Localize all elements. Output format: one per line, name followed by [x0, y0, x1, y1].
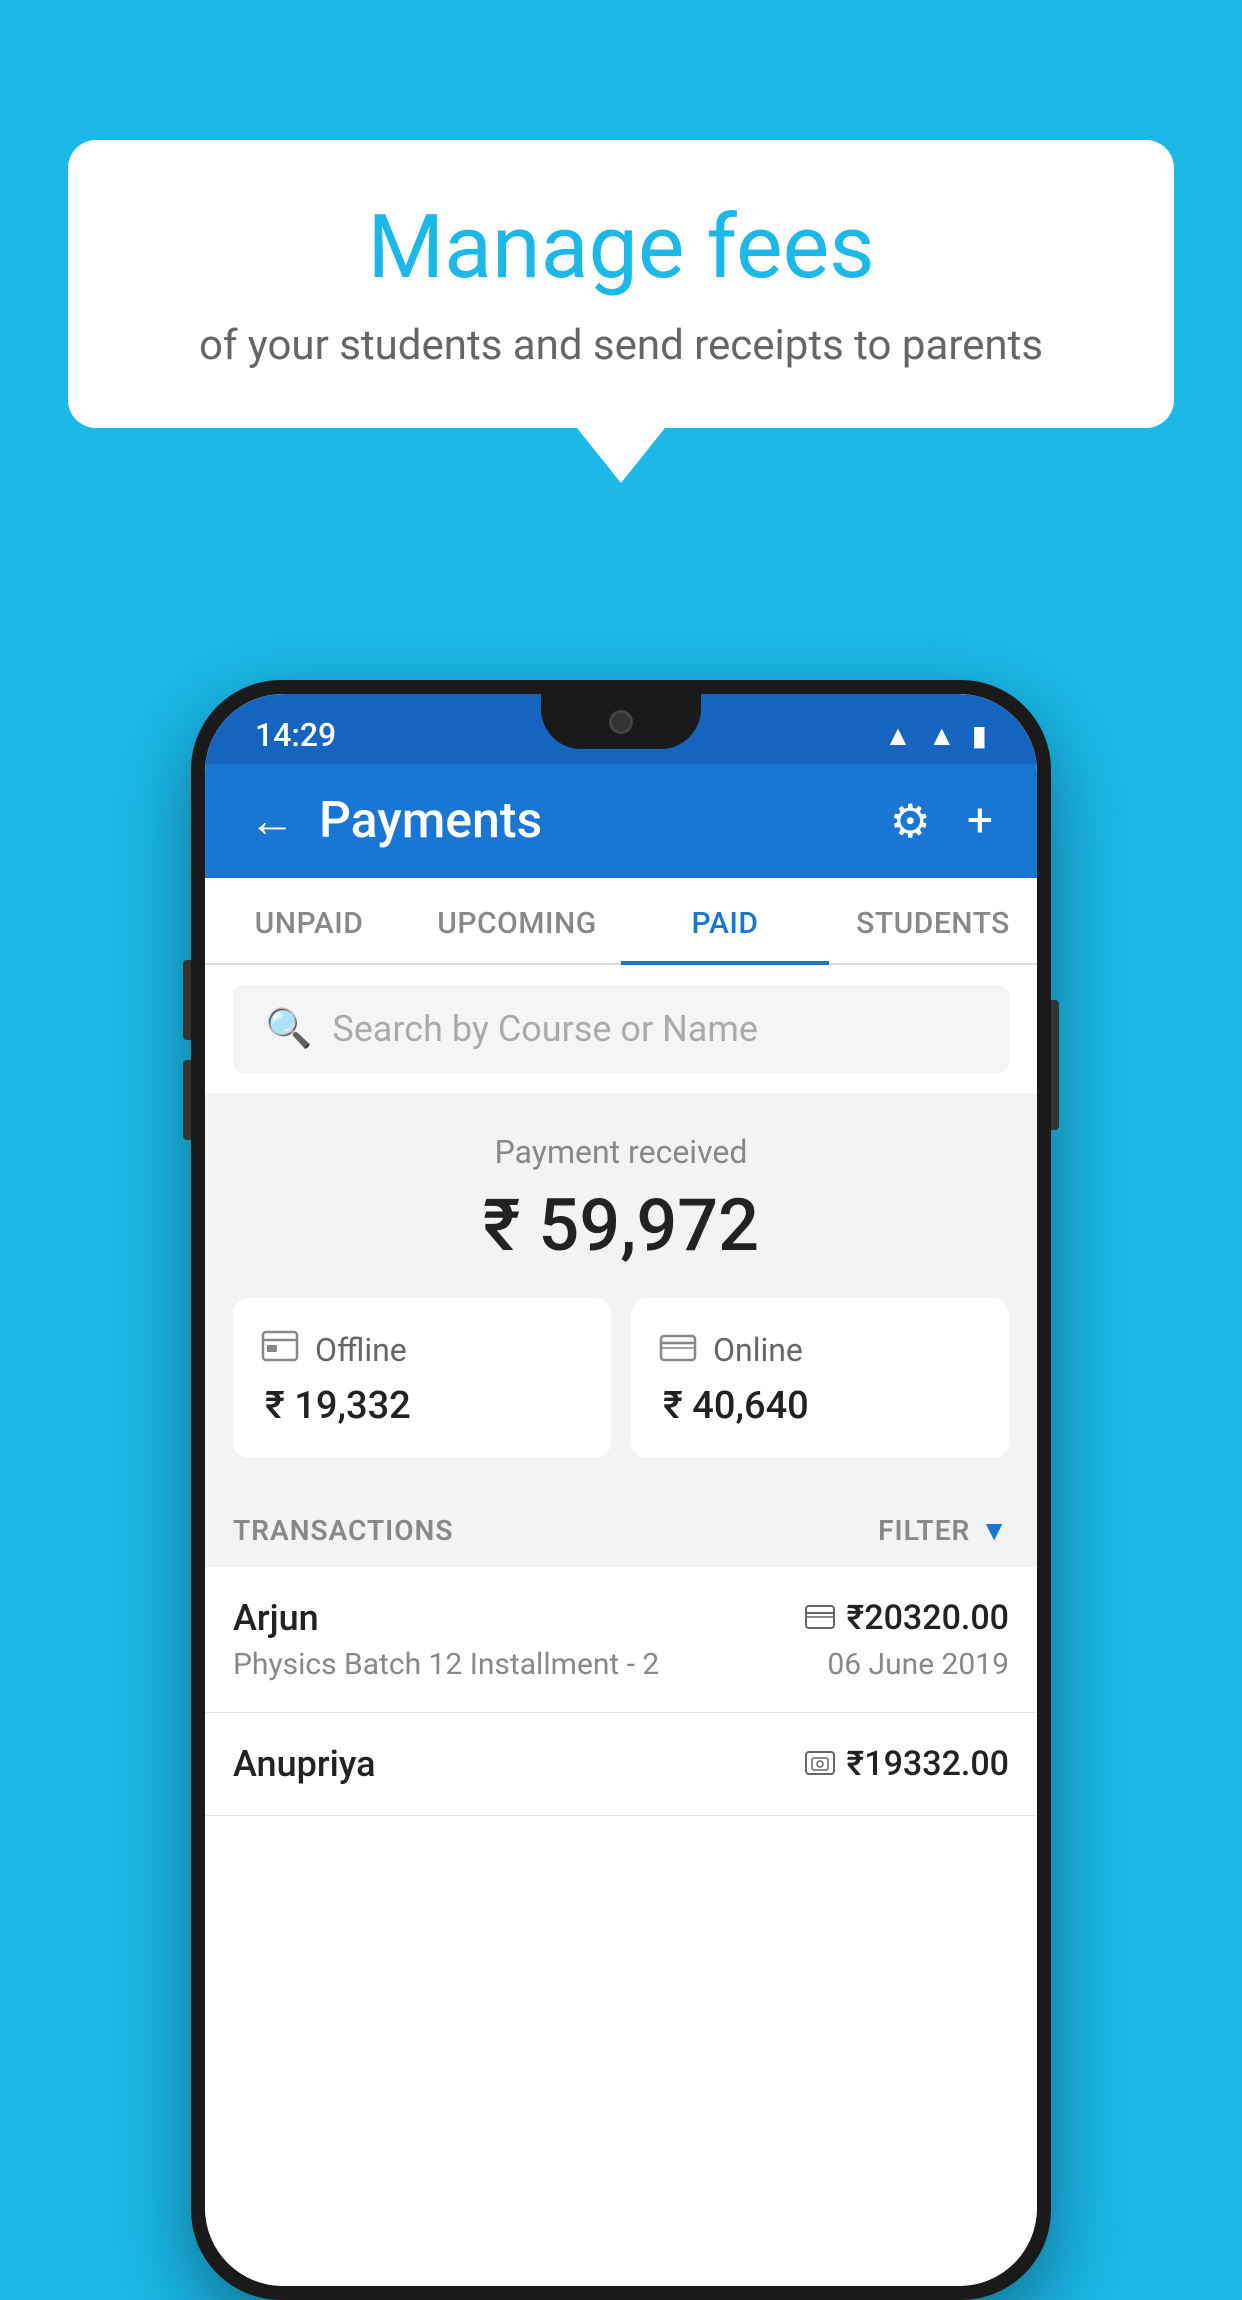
filter-button[interactable]: FILTER ▼ [878, 1514, 1009, 1547]
offline-label: Offline [315, 1331, 407, 1369]
transactions-label: TRANSACTIONS [233, 1514, 453, 1547]
tab-unpaid[interactable]: UNPAID [205, 878, 413, 963]
transaction-course: Physics Batch 12 Installment - 2 [233, 1647, 659, 1682]
phone-outer: 14:29 ▲ ▲ ▮ ← Payments ⚙ + [191, 680, 1051, 2300]
app-bar-left: ← Payments [249, 792, 542, 850]
settings-icon[interactable]: ⚙ [890, 794, 931, 849]
transaction-row-top: Anupriya ₹19332.00 [233, 1743, 1009, 1785]
transaction-row-top: Arjun ₹20320.00 [233, 1597, 1009, 1639]
filter-label: FILTER [878, 1514, 970, 1547]
transaction-name: Arjun [233, 1597, 319, 1639]
back-button[interactable]: ← [249, 798, 295, 844]
phone-container: 14:29 ▲ ▲ ▮ ← Payments ⚙ + [191, 680, 1051, 2300]
speech-bubble-container: Manage fees of your students and send re… [68, 140, 1174, 483]
filter-icon: ▼ [980, 1514, 1009, 1547]
speech-bubble-pointer [577, 428, 665, 483]
search-box[interactable]: 🔍 Search by Course or Name [233, 985, 1009, 1073]
offline-card-header: Offline [261, 1328, 583, 1372]
online-payment-card: Online ₹ 40,640 [631, 1298, 1009, 1458]
online-payment-icon [659, 1328, 697, 1372]
app-bar-right: ⚙ + [890, 794, 993, 849]
battery-icon: ▮ [972, 719, 987, 752]
tab-students[interactable]: STUDENTS [829, 878, 1037, 963]
search-icon: 🔍 [265, 1007, 312, 1051]
power-button [1051, 1000, 1059, 1130]
add-icon[interactable]: + [967, 794, 993, 848]
tab-paid[interactable]: PAID [621, 878, 829, 963]
offline-amount: ₹ 19,332 [261, 1384, 583, 1428]
phone-screen: 14:29 ▲ ▲ ▮ ← Payments ⚙ + [205, 694, 1037, 2286]
transaction-amount-value: ₹20320.00 [847, 1598, 1009, 1638]
search-placeholder-text: Search by Course or Name [332, 1008, 758, 1050]
cash-icon [805, 1751, 835, 1777]
transaction-amount: ₹19332.00 [805, 1744, 1009, 1784]
speech-bubble-subtitle: of your students and send receipts to pa… [128, 319, 1114, 374]
phone-notch [541, 694, 701, 749]
camera-notch [609, 710, 633, 734]
transaction-item[interactable]: Anupriya ₹19332.00 [205, 1713, 1037, 1816]
phone-inner: 14:29 ▲ ▲ ▮ ← Payments ⚙ + [205, 694, 1037, 2286]
status-time: 14:29 [255, 716, 336, 754]
transaction-date: 06 June 2019 [827, 1647, 1009, 1682]
search-container: 🔍 Search by Course or Name [205, 965, 1037, 1093]
online-card-header: Online [659, 1328, 981, 1372]
payment-summary: Payment received ₹ 59,972 [205, 1093, 1037, 1488]
speech-bubble: Manage fees of your students and send re… [68, 140, 1174, 428]
transaction-row-bottom: Physics Batch 12 Installment - 2 06 June… [233, 1647, 1009, 1682]
signal-icon: ▲ [928, 719, 956, 752]
transaction-item[interactable]: Arjun ₹20320.00 Physics [205, 1567, 1037, 1713]
online-label: Online [713, 1331, 803, 1369]
transaction-name: Anupriya [233, 1743, 376, 1785]
speech-bubble-title: Manage fees [128, 200, 1114, 297]
transaction-amount-value: ₹19332.00 [847, 1744, 1009, 1784]
app-bar: ← Payments ⚙ + [205, 764, 1037, 878]
transactions-header: TRANSACTIONS FILTER ▼ [205, 1488, 1037, 1567]
payment-cards: Offline ₹ 19,332 [233, 1298, 1009, 1458]
volume-up-button [183, 960, 191, 1040]
online-amount: ₹ 40,640 [659, 1384, 981, 1428]
volume-down-button [183, 1060, 191, 1140]
tabs-bar: UNPAID UPCOMING PAID STUDENTS [205, 878, 1037, 965]
tab-upcoming[interactable]: UPCOMING [413, 878, 621, 963]
offline-payment-card: Offline ₹ 19,332 [233, 1298, 611, 1458]
card-icon [805, 1605, 835, 1631]
page-title: Payments [319, 792, 542, 850]
transaction-amount: ₹20320.00 [805, 1598, 1009, 1638]
status-icons: ▲ ▲ ▮ [884, 719, 987, 752]
payment-received-label: Payment received [233, 1133, 1009, 1171]
payment-total-amount: ₹ 59,972 [233, 1183, 1009, 1268]
wifi-icon: ▲ [884, 719, 912, 752]
transaction-list: Arjun ₹20320.00 Physics [205, 1567, 1037, 2286]
offline-payment-icon [261, 1328, 299, 1372]
